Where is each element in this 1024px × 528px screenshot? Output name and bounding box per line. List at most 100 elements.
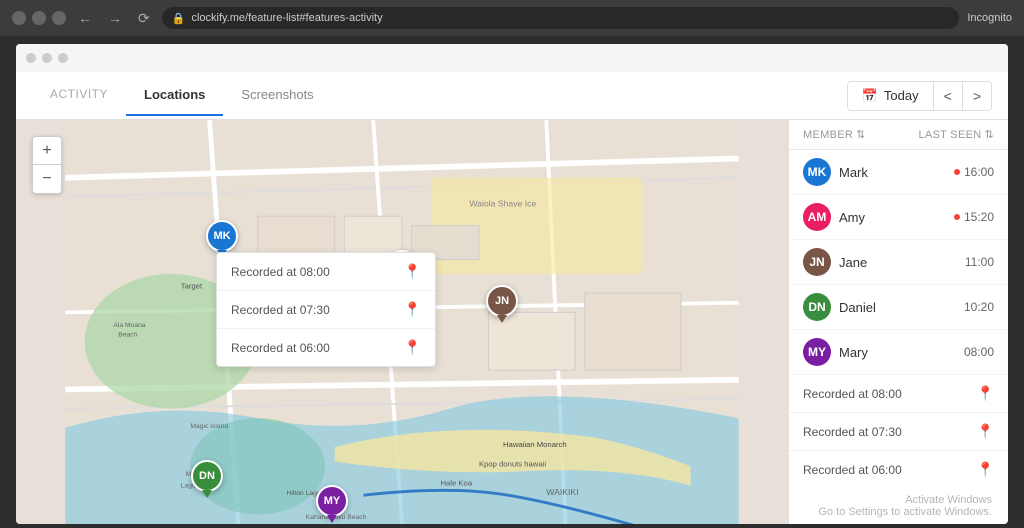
jane-time: 11:00: [965, 255, 994, 269]
amy-avatar-panel: AM: [803, 203, 831, 231]
jane-pin[interactable]: JN: [486, 285, 518, 323]
back-button[interactable]: ←: [74, 8, 96, 28]
detail-row-1-icon[interactable]: 📍: [977, 385, 994, 402]
svg-text:Kpop donuts hawaii: Kpop donuts hawaii: [479, 459, 546, 468]
incognito-label: Incognito: [967, 12, 1012, 24]
watermark-line2: Go to Settings to activate Windows.: [818, 506, 992, 518]
header-right: 📅 Today < >: [847, 81, 992, 111]
detail-row-3: Recorded at 06:00 📍: [789, 451, 1008, 488]
mary-pin[interactable]: MY: [316, 485, 348, 523]
tab-screenshots[interactable]: Screenshots: [223, 75, 331, 116]
popup-row-1: Recorded at 08:00 📍: [217, 253, 435, 291]
svg-text:Beach: Beach: [118, 331, 137, 338]
map-area[interactable]: Waiola Shave Ice Ala Moana Center Target…: [16, 120, 788, 524]
mark-name: Mark: [839, 165, 946, 180]
date-label-container: 📅 Today: [848, 82, 933, 110]
jane-avatar-panel: JN: [803, 248, 831, 276]
app-top-bar: [16, 44, 1008, 72]
watermark-line1: Activate Windows: [818, 494, 992, 506]
dot-1: [26, 53, 36, 63]
member-row-daniel[interactable]: DN Daniel 10:20: [789, 285, 1008, 330]
tab-bar: ACTIVITY Locations Screenshots: [32, 75, 332, 116]
mary-avatar: MY: [316, 485, 348, 517]
last-seen-col-header[interactable]: LAST SEEN ⇅: [918, 128, 994, 141]
map-popup: Recorded at 08:00 📍 Recorded at 07:30 📍 …: [216, 252, 436, 367]
daniel-avatar: DN: [191, 460, 223, 492]
reload-button[interactable]: ⟳: [134, 8, 154, 29]
popup-row-2: Recorded at 07:30 📍: [217, 291, 435, 329]
mary-pin-tail: [327, 515, 337, 523]
member-col-label: MEMBER: [803, 129, 853, 141]
amy-status-dot: [954, 214, 960, 220]
member-list: MK Mark 16:00 AM Amy 15:20: [789, 150, 1008, 524]
svg-text:Hawaiian Monarch: Hawaiian Monarch: [503, 440, 567, 449]
date-picker[interactable]: 📅 Today < >: [847, 81, 992, 111]
detail-row-3-icon[interactable]: 📍: [977, 461, 994, 478]
mark-avatar-panel: MK: [803, 158, 831, 186]
map-zoom-controls: + −: [32, 136, 62, 194]
daniel-pin[interactable]: DN: [191, 460, 223, 498]
dot-2: [42, 53, 52, 63]
browser-chrome: ← → ⟳ 🔒 clockify.me/feature-list#feature…: [0, 0, 1024, 36]
member-row-mary[interactable]: MY Mary 08:00: [789, 330, 1008, 375]
tab-locations[interactable]: Locations: [126, 75, 223, 116]
detail-row-1-label: Recorded at 08:00: [803, 387, 902, 401]
window-close[interactable]: [12, 11, 26, 25]
address-bar[interactable]: 🔒 clockify.me/feature-list#features-acti…: [162, 7, 960, 29]
member-list-header: MEMBER ⇅ LAST SEEN ⇅: [789, 120, 1008, 150]
mary-name: Mary: [839, 345, 956, 360]
dot-3: [58, 53, 68, 63]
jane-name: Jane: [839, 255, 957, 270]
detail-row-3-label: Recorded at 06:00: [803, 463, 902, 477]
lock-icon: 🔒: [172, 12, 186, 25]
app-container: ACTIVITY Locations Screenshots 📅 Today <…: [16, 44, 1008, 524]
svg-text:WAIKIKI: WAIKIKI: [546, 487, 578, 497]
app-header: ACTIVITY Locations Screenshots 📅 Today <…: [16, 72, 1008, 120]
popup-row-2-icon[interactable]: 📍: [404, 301, 421, 318]
detail-row-2: Recorded at 07:30 📍: [789, 413, 1008, 451]
popup-row-2-label: Recorded at 07:30: [231, 303, 330, 317]
popup-row-3: Recorded at 06:00 📍: [217, 329, 435, 366]
member-col-header[interactable]: MEMBER ⇅: [803, 128, 866, 141]
member-row-amy[interactable]: AM Amy 15:20: [789, 195, 1008, 240]
next-date-button[interactable]: >: [962, 82, 991, 110]
mark-avatar: MK: [206, 220, 238, 252]
svg-text:Target: Target: [181, 281, 203, 290]
svg-text:Magic Island: Magic Island: [190, 423, 228, 430]
prev-date-button[interactable]: <: [933, 82, 962, 110]
zoom-in-button[interactable]: +: [33, 137, 61, 165]
popup-row-1-label: Recorded at 08:00: [231, 265, 330, 279]
mary-time: 08:00: [964, 345, 994, 359]
date-label-text: Today: [884, 88, 919, 103]
tab-activity[interactable]: ACTIVITY: [32, 75, 126, 116]
amy-time: 15:20: [954, 210, 994, 224]
member-row-mark[interactable]: MK Mark 16:00: [789, 150, 1008, 195]
jane-avatar: JN: [486, 285, 518, 317]
window-maximize[interactable]: [52, 11, 66, 25]
mary-avatar-panel: MY: [803, 338, 831, 366]
popup-row-3-label: Recorded at 06:00: [231, 341, 330, 355]
main-content: Waiola Shave Ice Ala Moana Center Target…: [16, 120, 1008, 524]
daniel-pin-tail: [202, 490, 212, 498]
detail-row-2-icon[interactable]: 📍: [977, 423, 994, 440]
window-minimize[interactable]: [32, 11, 46, 25]
daniel-avatar-panel: DN: [803, 293, 831, 321]
svg-text:Hale Koa: Hale Koa: [440, 479, 472, 488]
amy-name: Amy: [839, 210, 946, 225]
forward-button[interactable]: →: [104, 8, 126, 28]
url-text: clockify.me/feature-list#features-activi…: [191, 12, 382, 24]
watermark: Activate Windows Go to Settings to activ…: [818, 494, 992, 518]
calendar-icon: 📅: [862, 88, 878, 104]
popup-row-1-icon[interactable]: 📍: [404, 263, 421, 280]
mark-time: 16:00: [954, 165, 994, 179]
last-seen-col-label: LAST SEEN: [918, 129, 981, 141]
right-panel: MEMBER ⇅ LAST SEEN ⇅ MK Mark 16:00: [788, 120, 1008, 524]
svg-text:Ala Moana: Ala Moana: [113, 322, 145, 329]
zoom-out-button[interactable]: −: [33, 165, 61, 193]
detail-row-2-label: Recorded at 07:30: [803, 425, 902, 439]
window-controls: [12, 11, 66, 25]
member-sort-icon: ⇅: [856, 128, 866, 141]
popup-row-3-icon[interactable]: 📍: [404, 339, 421, 356]
last-seen-sort-icon: ⇅: [984, 128, 994, 141]
member-row-jane[interactable]: JN Jane 11:00: [789, 240, 1008, 285]
